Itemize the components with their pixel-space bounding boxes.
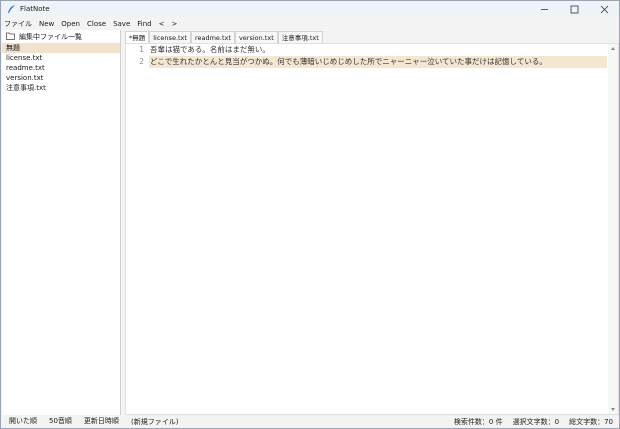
file-item-license[interactable]: license.txt	[2, 53, 120, 63]
menu-open[interactable]: Open	[61, 20, 80, 28]
text-line-current[interactable]: どこで生れたかとんと見当がつかぬ。何でも薄暗いじめじめした所でニャーニャー泣いて…	[149, 56, 607, 68]
scroll-down-icon[interactable]	[611, 408, 615, 411]
file-item-untitled[interactable]: 無題	[2, 43, 120, 53]
tab-version[interactable]: version.txt	[234, 31, 278, 43]
app-window: FlatNote ファイル New Open Close Save Find <…	[0, 0, 620, 429]
editor-area: *無題 license.txt readme.txt version.txt 注…	[125, 30, 619, 415]
title-bar[interactable]: FlatNote	[1, 1, 619, 17]
menu-save[interactable]: Save	[113, 20, 130, 28]
menu-bar: ファイル New Open Close Save Find < >	[1, 17, 619, 30]
feather-icon	[6, 4, 16, 14]
menu-file[interactable]: ファイル	[4, 19, 32, 29]
menu-prev[interactable]: <	[159, 20, 165, 28]
open-files-sidebar: 編集中ファイル一覧 無題 license.txt readme.txt vers…	[2, 30, 121, 427]
menu-new[interactable]: New	[39, 20, 54, 28]
status-search-count: 検索件数：0 件	[453, 417, 503, 426]
text-editor[interactable]: 1 2 吾輩は猫である。名前はまだ無い。 どこで生れたかとんと見当がつかぬ。何で…	[125, 43, 619, 415]
line-number: 2	[139, 57, 144, 66]
file-item-readme[interactable]: readme.txt	[2, 63, 120, 73]
tab-untitled[interactable]: *無題	[125, 31, 150, 43]
menu-close[interactable]: Close	[87, 20, 106, 28]
tab-notes[interactable]: 注意事項.txt	[277, 31, 323, 43]
tab-license[interactable]: license.txt	[149, 31, 191, 43]
status-bar: (新規ファイル) 検索件数：0 件 選択文字数：0 総文字数：70	[125, 415, 619, 428]
scroll-up-icon[interactable]	[611, 47, 615, 50]
line-number-gutter: 1 2	[126, 44, 147, 414]
sort-alphabetical[interactable]: 50音順	[49, 416, 72, 426]
file-item-version[interactable]: version.txt	[2, 73, 120, 83]
status-file-name: (新規ファイル)	[131, 417, 179, 426]
file-item-notes[interactable]: 注意事項.txt	[2, 83, 120, 93]
sidebar-title: 編集中ファイル一覧	[19, 32, 82, 41]
maximize-button[interactable]	[559, 1, 589, 17]
window-controls	[529, 1, 619, 17]
close-button[interactable]	[589, 1, 619, 17]
sort-options: 開いた順 50音順 更新日時順	[2, 415, 121, 427]
tab-readme[interactable]: readme.txt	[190, 31, 235, 43]
menu-next[interactable]: >	[171, 20, 177, 28]
tab-bar: *無題 license.txt readme.txt version.txt 注…	[125, 30, 619, 43]
sort-updated[interactable]: 更新日時順	[84, 416, 119, 426]
folder-icon	[6, 32, 15, 42]
status-counts: 検索件数：0 件 選択文字数：0 総文字数：70	[444, 415, 613, 428]
status-total-chars: 総文字数：70	[569, 417, 613, 426]
minimize-button[interactable]	[529, 1, 559, 17]
menu-find[interactable]: Find	[137, 20, 151, 28]
sidebar-header: 編集中ファイル一覧	[2, 30, 120, 43]
vertical-scrollbar[interactable]	[608, 44, 618, 414]
file-list: 無題 license.txt readme.txt version.txt 注意…	[2, 43, 120, 93]
sort-opened-order[interactable]: 開いた順	[9, 416, 37, 426]
text-content[interactable]: 吾輩は猫である。名前はまだ無い。 どこで生れたかとんと見当がつかぬ。何でも薄暗い…	[149, 44, 607, 68]
text-line[interactable]: 吾輩は猫である。名前はまだ無い。	[149, 44, 607, 56]
line-number: 1	[139, 45, 144, 54]
window-title: FlatNote	[20, 5, 50, 13]
status-selected-chars: 選択文字数：0	[512, 417, 560, 426]
